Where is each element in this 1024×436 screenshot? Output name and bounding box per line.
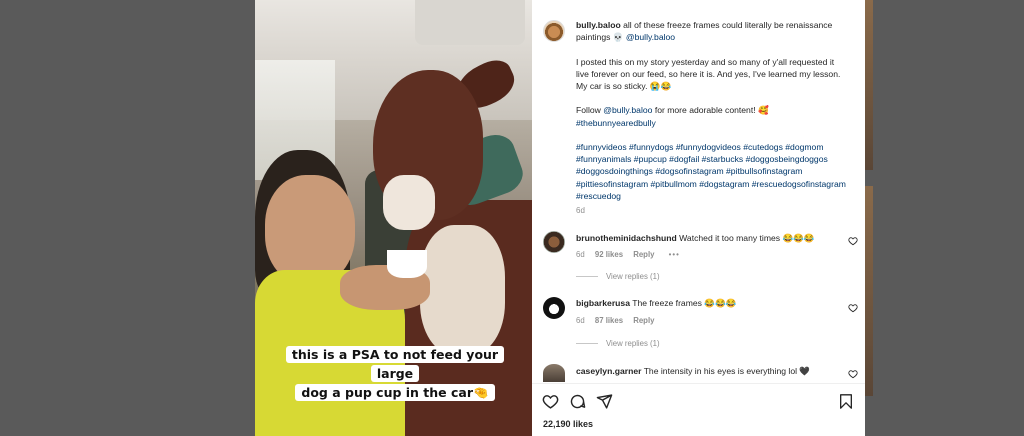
replies-divider	[576, 276, 598, 278]
commenter-avatar[interactable]	[543, 297, 565, 319]
caption-follow-prefix: Follow	[576, 105, 601, 116]
pup-cup	[387, 250, 427, 278]
comment: caseylyn.garner The intensity in his eye…	[576, 366, 856, 377]
commenter-avatar[interactable]	[543, 231, 565, 253]
share-icon[interactable]	[596, 393, 613, 410]
comment-icon[interactable]	[569, 393, 586, 410]
comments-scroll-area[interactable]: bully.baloo all of these freeze frames c…	[532, 0, 865, 383]
comment-time: 6d	[576, 250, 585, 259]
video-caption-line1: this is a PSA to not feed your large	[285, 346, 505, 382]
comment: bigbarkerusa The freeze frames 😂😂😂	[576, 298, 856, 309]
comment-text: The freeze frames 😂😂😂	[632, 298, 737, 308]
comment-meta: 6d 92 likes Reply •••	[576, 250, 680, 259]
heart-icon[interactable]	[542, 393, 559, 410]
comment-meta: 6d 87 likes Reply	[576, 316, 654, 325]
post-video[interactable]: this is a PSA to not feed your large dog…	[255, 0, 532, 436]
comment-reply-button[interactable]: Reply	[633, 250, 654, 259]
comment-text: Watched it too many times 😂😂😂	[679, 233, 815, 243]
comment-heart-icon[interactable]	[848, 369, 858, 379]
view-replies-button[interactable]: View replies (1)	[576, 272, 660, 281]
caption-username[interactable]: bully.baloo	[576, 20, 621, 30]
comment-more-icon[interactable]: •••	[669, 250, 680, 259]
comment-text: The intensity in his eyes is everything …	[643, 366, 811, 376]
video-caption-line2: dog a pup cup in the car🤏	[295, 384, 495, 401]
dog-muzzle	[383, 175, 435, 230]
comment-likes[interactable]: 92 likes	[595, 250, 623, 259]
backdrop-right	[865, 0, 1024, 436]
dog-chest	[420, 225, 505, 355]
view-replies-button[interactable]: View replies (1)	[576, 339, 660, 348]
view-replies-label: View replies (1)	[606, 339, 660, 348]
comment: brunotheminidachshund Watched it too man…	[576, 233, 856, 244]
comment-username[interactable]: caseylyn.garner	[576, 366, 641, 376]
caption-follow-suffix: for more adorable content! 🥰	[654, 105, 769, 116]
comment-reply-button[interactable]: Reply	[633, 316, 654, 325]
roof-console	[415, 0, 525, 45]
caption-follow-mention[interactable]: @bully.baloo	[603, 105, 652, 115]
post-time: 6d	[576, 206, 585, 215]
caption-paragraph-2: I posted this on my story yesterday and …	[576, 56, 841, 91]
author-avatar[interactable]	[543, 20, 565, 42]
caption-mention[interactable]: @bully.baloo	[626, 32, 675, 42]
comment-heart-icon[interactable]	[848, 303, 858, 313]
commenter-avatar[interactable]	[543, 364, 565, 382]
comment-time: 6d	[576, 316, 585, 325]
view-replies-label: View replies (1)	[606, 272, 660, 281]
comment-heart-icon[interactable]	[848, 236, 858, 246]
post-caption: bully.baloo all of these freeze frames c…	[576, 19, 846, 202]
backdrop-left	[0, 0, 255, 436]
woman-face	[265, 175, 355, 285]
video-caption: this is a PSA to not feed your large dog…	[285, 345, 505, 402]
comment-likes[interactable]: 87 likes	[595, 316, 623, 325]
comment-username[interactable]: brunotheminidachshund	[576, 233, 677, 243]
caption-hashtag[interactable]: #thebunnyearedbully	[576, 118, 656, 128]
caption-hashtags[interactable]: #funnyvideos #funnydogs #funnydogvideos …	[576, 141, 846, 202]
comment-username[interactable]: bigbarkerusa	[576, 298, 630, 308]
bookmark-icon[interactable]	[838, 393, 854, 410]
likes-count[interactable]: 22,190 likes	[543, 419, 593, 429]
post-sidebar: bully.baloo all of these freeze frames c…	[532, 0, 865, 436]
replies-divider	[576, 343, 598, 345]
